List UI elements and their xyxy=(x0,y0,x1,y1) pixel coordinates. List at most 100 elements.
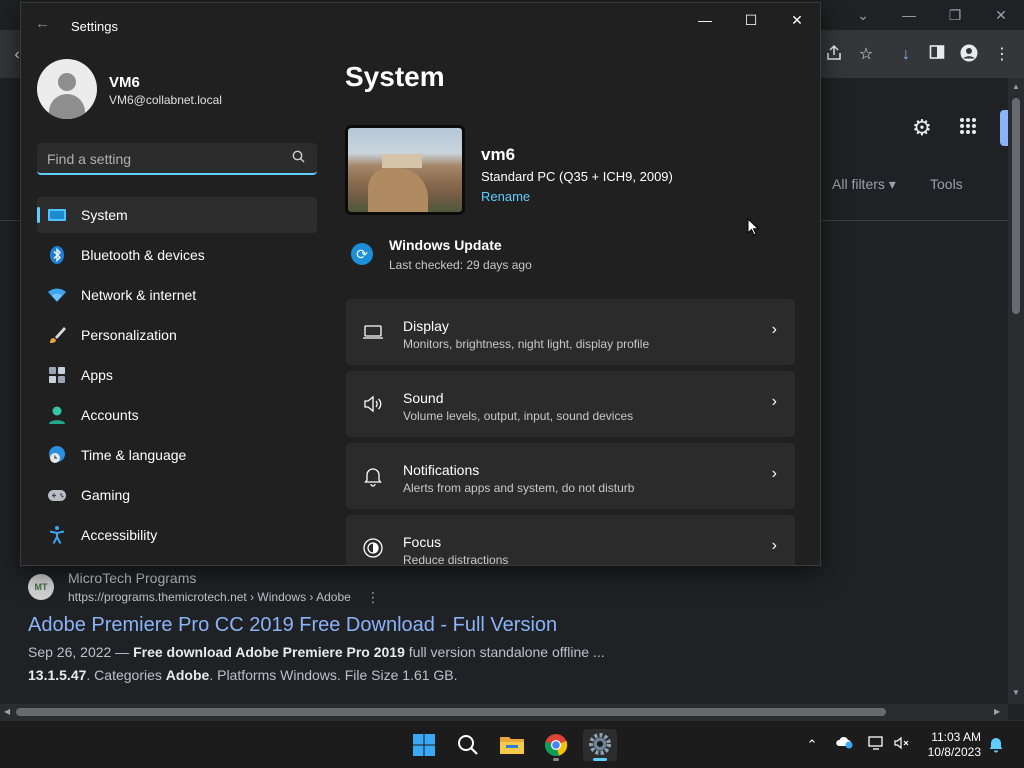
card-title: Display xyxy=(403,318,449,334)
accessibility-icon xyxy=(47,525,67,545)
display-card[interactable]: Display Monitors, brightness, night ligh… xyxy=(346,299,795,365)
settings-nav: System Bluetooth & devices Network & int… xyxy=(37,197,317,557)
show-hidden-icons-chevron-icon[interactable]: ⌃ xyxy=(802,735,822,755)
user-email: VM6@collabnet.local xyxy=(109,93,222,107)
sidebar-item-network[interactable]: Network & internet xyxy=(37,277,317,313)
result-url[interactable]: https://programs.themicrotech.net › Wind… xyxy=(68,590,351,604)
windows-update-icon[interactable]: ⟳ xyxy=(351,243,373,265)
system-display-icon xyxy=(47,205,67,225)
card-subtitle: Monitors, brightness, night light, displ… xyxy=(403,337,650,351)
apps-icon xyxy=(47,365,67,385)
browser-close-button[interactable]: ✕ xyxy=(986,4,1016,26)
back-arrow-icon[interactable]: ← xyxy=(35,15,50,32)
onedrive-icon[interactable] xyxy=(834,735,854,755)
snippet-date: Sep 26, 2022 — xyxy=(28,644,134,660)
search-input[interactable] xyxy=(47,148,277,170)
notification-bell-icon[interactable] xyxy=(986,735,1006,755)
windows-update-title[interactable]: Windows Update xyxy=(389,237,502,253)
vertical-scrollbar[interactable]: ▲ ▼ xyxy=(1008,78,1024,704)
snippet-bold: Free download Adobe Premiere Pro 2019 xyxy=(133,644,405,660)
result-more-options-icon[interactable]: ⋮ xyxy=(366,589,380,606)
active-app-indicator xyxy=(593,758,607,761)
gear-icon[interactable]: ⚙ xyxy=(908,114,936,142)
sidebar-item-personalization[interactable]: Personalization xyxy=(37,317,317,353)
chrome-icon[interactable] xyxy=(539,729,573,761)
rename-link[interactable]: Rename xyxy=(481,189,530,204)
sign-in-button-edge[interactable] xyxy=(1000,110,1008,146)
tab-search-chevron-icon[interactable]: ⌄ xyxy=(848,4,878,26)
browser-restore-button[interactable]: ❐ xyxy=(940,4,970,26)
sidepanel-icon[interactable] xyxy=(926,44,948,66)
device-model: Standard PC (Q35 + ICH9, 2009) xyxy=(481,169,673,184)
apps-grid-icon[interactable] xyxy=(954,114,982,142)
sound-card[interactable]: Sound Volume levels, output, input, soun… xyxy=(346,371,795,437)
card-title: Focus xyxy=(403,534,442,550)
file-explorer-icon[interactable] xyxy=(495,729,529,761)
horizontal-scroll-thumb[interactable] xyxy=(16,708,886,716)
user-name: VM6 xyxy=(109,74,140,91)
download-icon[interactable]: ↓ xyxy=(895,44,917,66)
sidebar-item-accounts[interactable]: Accounts xyxy=(37,397,317,433)
sidebar-item-apps[interactable]: Apps xyxy=(37,357,317,393)
sidebar-item-gaming[interactable]: Gaming xyxy=(37,477,317,513)
bell-icon xyxy=(362,465,384,487)
minimize-button[interactable]: — xyxy=(685,7,725,33)
sidebar-item-system[interactable]: System xyxy=(37,197,317,233)
mouse-cursor-icon xyxy=(747,218,759,236)
result-site-name[interactable]: MicroTech Programs xyxy=(68,570,196,586)
sidebar-item-label: Accounts xyxy=(81,407,139,423)
avatar-head xyxy=(58,73,76,91)
profile-icon[interactable] xyxy=(958,44,980,66)
card-subtitle: Volume levels, output, input, sound devi… xyxy=(403,409,634,423)
tools-button[interactable]: Tools xyxy=(930,176,963,192)
page-title: System xyxy=(345,61,445,92)
result-title-link[interactable]: Adobe Premiere Pro CC 2019 Free Download… xyxy=(28,614,557,637)
sidebar-item-label: Bluetooth & devices xyxy=(81,247,205,263)
find-setting-search[interactable] xyxy=(37,143,317,175)
search-icon[interactable] xyxy=(292,150,305,166)
horizontal-scrollbar[interactable]: ◀ ▶ xyxy=(0,704,1008,720)
volume-muted-icon[interactable] xyxy=(892,735,912,755)
settings-gear-icon[interactable] xyxy=(583,729,617,761)
thumbnail-cliff xyxy=(368,168,428,212)
network-icon[interactable] xyxy=(866,735,886,755)
focus-card[interactable]: Focus Reduce distractions › xyxy=(346,515,795,565)
kebab-menu-icon[interactable]: ⋮ xyxy=(991,44,1013,66)
taskbar: ⌃ xyxy=(0,720,1024,768)
sidebar-item-label: Time & language xyxy=(81,447,187,463)
all-filters-button[interactable]: All filters ▾ xyxy=(832,176,896,193)
speaker-icon xyxy=(362,393,384,415)
star-icon[interactable]: ☆ xyxy=(855,44,877,66)
sidebar-item-bluetooth[interactable]: Bluetooth & devices xyxy=(37,237,317,273)
scroll-left-arrow-icon[interactable]: ◀ xyxy=(4,707,10,716)
device-name: vm6 xyxy=(481,145,516,164)
start-icon[interactable] xyxy=(407,729,441,761)
result-snippet-line2: 13.1.5.47. Categories Adobe. Platforms W… xyxy=(28,667,458,683)
avatar-body xyxy=(49,94,85,119)
scroll-up-arrow-icon[interactable]: ▲ xyxy=(1012,82,1020,91)
scroll-down-arrow-icon[interactable]: ▼ xyxy=(1012,688,1020,697)
chevron-right-icon: › xyxy=(771,393,777,410)
chevron-right-icon: › xyxy=(771,537,777,554)
close-button[interactable]: ✕ xyxy=(777,7,817,33)
sidebar-item-label: Personalization xyxy=(81,327,177,343)
snippet-text: . Platforms Windows. File Size 1.61 GB. xyxy=(209,667,458,683)
sidebar-item-label: Apps xyxy=(81,367,113,383)
sidebar-item-accessibility[interactable]: Accessibility xyxy=(37,517,317,553)
sidebar-item-label: System xyxy=(81,207,128,223)
taskbar-time[interactable]: 11:03 AM xyxy=(929,730,981,744)
scroll-right-arrow-icon[interactable]: ▶ xyxy=(994,707,1000,716)
browser-minimize-button[interactable]: — xyxy=(894,4,924,26)
sidebar-item-label: Network & internet xyxy=(81,287,197,303)
snippet-text: . Categories xyxy=(86,667,166,683)
settings-window: ← Settings — ☐ ✕ VM6 VM6@collabnet.local… xyxy=(20,2,821,566)
avatar[interactable] xyxy=(37,59,97,119)
maximize-button[interactable]: ☐ xyxy=(731,7,771,33)
notifications-card[interactable]: Notifications Alerts from apps and syste… xyxy=(346,443,795,509)
share-icon[interactable] xyxy=(823,44,845,66)
sidebar-item-time-language[interactable]: Time & language xyxy=(37,437,317,473)
taskbar-date[interactable]: 10/8/2023 xyxy=(922,745,981,759)
search-icon[interactable] xyxy=(451,729,485,761)
vertical-scroll-thumb[interactable] xyxy=(1012,98,1020,314)
running-indicator xyxy=(553,758,559,761)
